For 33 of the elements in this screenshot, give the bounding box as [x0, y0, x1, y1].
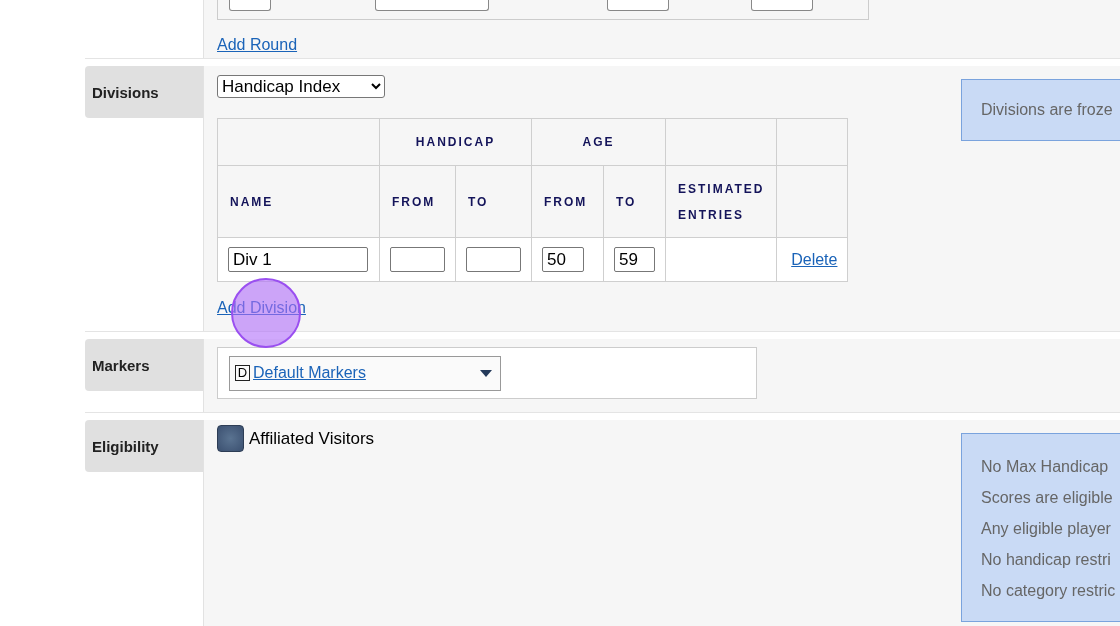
notice-line: No handicap restri — [981, 550, 1112, 570]
age-to-input[interactable]: 59 — [614, 247, 655, 272]
checkbox-label: Affiliated Visitors — [249, 428, 375, 449]
section-label: Eligibility — [85, 420, 203, 472]
section-label: Divisions — [85, 66, 203, 118]
notice-line: No category restric — [981, 581, 1117, 601]
time-field[interactable] — [751, 0, 813, 11]
dropdown-caret-icon — [480, 369, 492, 377]
column-group-header: HANDICAP — [379, 118, 532, 166]
checkbox[interactable] — [217, 425, 244, 452]
markers-dropdown[interactable]: D Default Markers — [229, 355, 501, 391]
division-type-select[interactable]: Handicap Index — [217, 75, 385, 98]
notice-line: Any eligible player — [981, 519, 1112, 539]
time-field[interactable] — [607, 0, 669, 11]
round-field[interactable] — [229, 0, 271, 11]
column-header: TO — [603, 165, 666, 238]
column-header: FROM — [379, 165, 456, 238]
age-from-input[interactable]: 50 — [542, 247, 584, 272]
date-field[interactable] — [375, 0, 489, 11]
notice-line: No Max Handicap — [981, 457, 1110, 477]
column-header: ESTIMATED ENTRIES — [665, 165, 777, 238]
column-header: NAME — [217, 165, 380, 238]
marker-link[interactable]: Default Markers — [253, 364, 366, 382]
info-notice: Divisions are froze — [961, 79, 1120, 141]
marker-badge: D — [235, 365, 250, 381]
column-header: FROM — [531, 165, 604, 238]
name-input[interactable]: Div 1 — [228, 247, 368, 272]
handicap-to-input[interactable] — [466, 247, 521, 272]
handicap-from-input[interactable] — [390, 247, 445, 272]
notice-line: Scores are eligible — [981, 488, 1114, 508]
section-label: Markers — [85, 339, 203, 391]
column-group-header: AGE — [531, 118, 666, 166]
column-header: TO — [455, 165, 532, 238]
